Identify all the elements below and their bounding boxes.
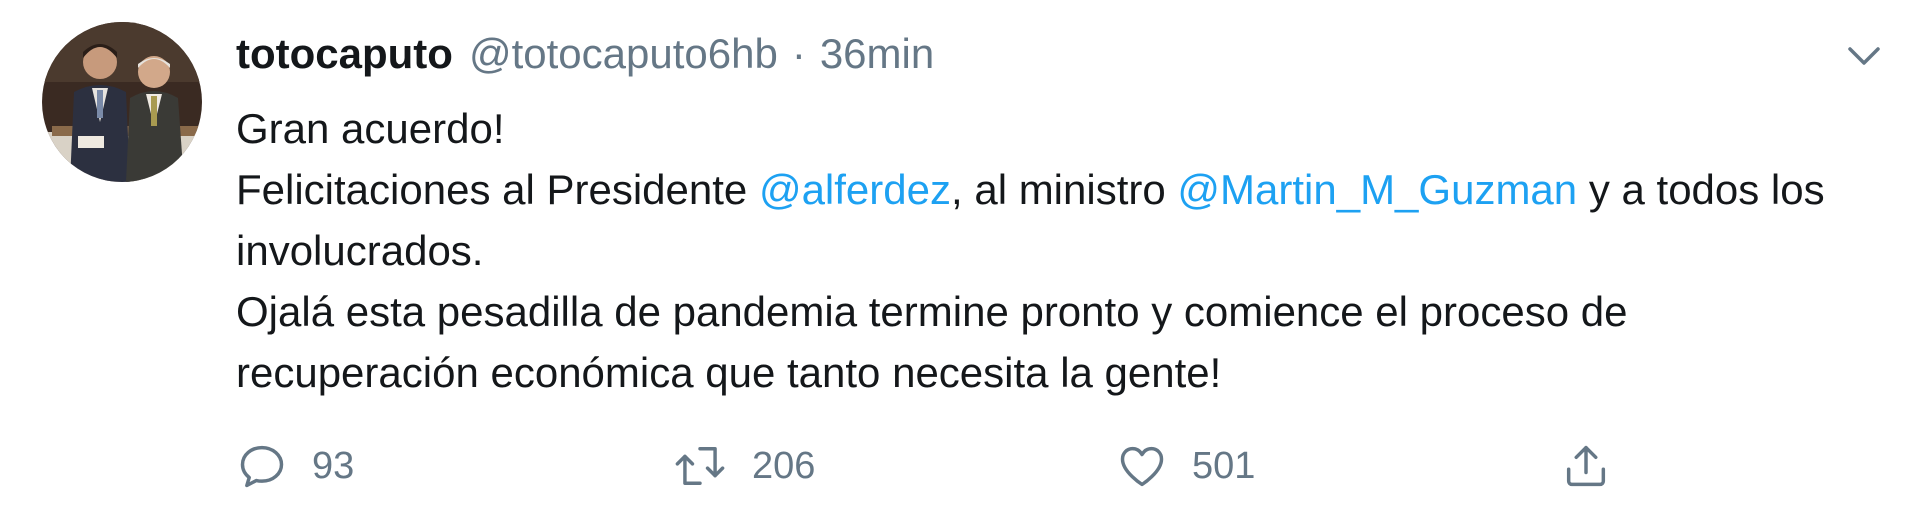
like-count: 501 — [1192, 444, 1256, 487]
chevron-down-icon — [1848, 47, 1880, 65]
display-name[interactable]: totocaputo — [236, 30, 453, 78]
tweet-text-segment: , al ministro — [951, 166, 1178, 213]
tweet-line-3: Ojalá esta pesadilla de pandemia termine… — [236, 288, 1628, 396]
like-button[interactable]: 501 — [1116, 436, 1255, 496]
reply-button[interactable]: 93 — [236, 436, 354, 496]
reply-icon — [240, 445, 284, 488]
more-options-button[interactable] — [1840, 32, 1888, 80]
reply-count: 93 — [312, 444, 355, 487]
share-icon — [1566, 445, 1606, 487]
avatar-photo — [42, 22, 202, 182]
avatar[interactable] — [42, 22, 202, 182]
timestamp[interactable]: 36min — [820, 30, 934, 78]
user-handle[interactable]: @totocaputo6hb — [469, 30, 778, 78]
tweet-line-2: Felicitaciones al Presidente @alferdez, … — [236, 159, 1876, 281]
separator-dot: · — [791, 30, 806, 77]
retweet-icon — [675, 447, 725, 485]
retweet-button[interactable]: 206 — [672, 436, 815, 496]
tweet-actions: 93 206 501 — [236, 436, 1716, 496]
tweet[interactable]: totocaputo @totocaputo6hb · 36min Gran a… — [0, 0, 1920, 520]
tweet-header: totocaputo @totocaputo6hb · 36min — [236, 26, 934, 82]
tweet-line-1: Gran acuerdo! — [236, 105, 505, 152]
tweet-text-segment: Felicitaciones al Presidente — [236, 166, 759, 213]
mention-martin-m-guzman[interactable]: @Martin_M_Guzman — [1177, 166, 1577, 213]
share-button[interactable] — [1560, 436, 1612, 496]
mention-alferdez[interactable]: @alferdez — [759, 166, 951, 213]
heart-icon — [1120, 446, 1164, 487]
tweet-text: Gran acuerdo! Felicitaciones al Presiden… — [236, 98, 1876, 403]
retweet-count: 206 — [752, 444, 816, 487]
